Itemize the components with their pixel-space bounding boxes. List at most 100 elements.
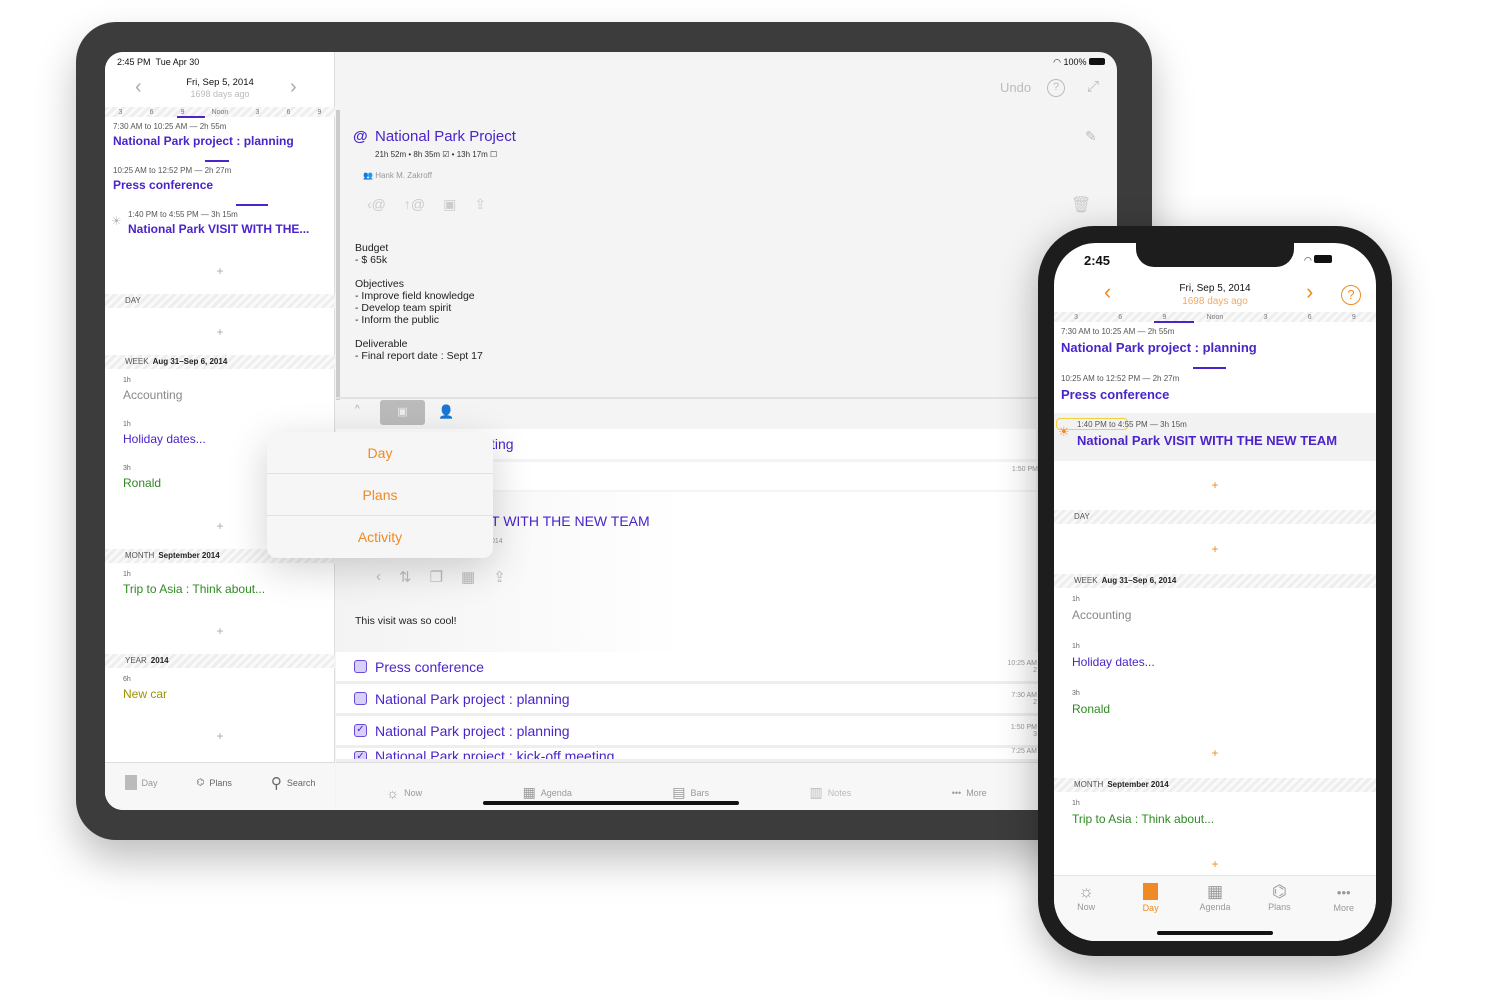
add-button[interactable]: + — [105, 729, 335, 743]
timeline-ruler[interactable]: 3 6 9 Noon 3 6 9 — [105, 107, 335, 117]
tick: Noon — [211, 108, 229, 116]
hierarchy-icon: ⌬ — [1271, 882, 1287, 901]
checkbox[interactable] — [354, 660, 367, 673]
wifi-icon: ◠ — [1304, 255, 1312, 265]
time-bar — [205, 160, 229, 162]
section-week[interactable]: WEEK Aug 31–Sep 6, 2014 — [1054, 574, 1376, 588]
back-icon[interactable]: ‹ — [376, 568, 381, 586]
add-button[interactable]: + — [1054, 478, 1376, 492]
ipad-screen: 2:45 PM Tue Apr 30 ‹ › Fri, Sep 5, 2014 … — [105, 52, 1117, 810]
event-item[interactable]: 7:30 AM to 10:25 AM — 2h 55m National Par… — [113, 122, 294, 148]
share-icon[interactable]: ⇪ — [493, 568, 506, 586]
list-item[interactable]: 1h Accounting — [123, 377, 182, 402]
bars-icon: ▤ — [672, 784, 686, 800]
day-icon — [1143, 883, 1159, 900]
section-day[interactable]: DAY — [105, 294, 335, 308]
event-item[interactable]: 7:30 AM to 10:25 AM — 2h 55m National Par… — [1061, 327, 1257, 355]
days-ago[interactable]: 1698 days ago — [105, 89, 335, 99]
left-pane: 2:45 PM Tue Apr 30 ‹ › Fri, Sep 5, 2014 … — [105, 52, 335, 810]
project-at-icon: @ — [353, 128, 368, 145]
timeline-ruler[interactable]: 3 6 9 Noon 3 6 9 — [1054, 312, 1376, 322]
sun-icon: ☀ — [111, 214, 122, 228]
event-item[interactable]: 10:25 AM to 12:52 PM — 2h 27m Press confe… — [113, 166, 231, 192]
event-item[interactable]: 10:25 AM to 12:52 PM — 2h 27m Press confe… — [1061, 374, 1179, 402]
task-row[interactable]: ✓ National Park project : planning 1:50 PM… — [336, 716, 1117, 748]
list-item[interactable]: 1h Holiday dates... — [123, 421, 206, 446]
section-week[interactable]: WEEK Aug 31–Sep 6, 2014 — [105, 355, 335, 369]
menu-item-plans[interactable]: Plans — [267, 474, 493, 516]
date-title[interactable]: Fri, Sep 5, 2014 — [1054, 283, 1376, 294]
sort-icon[interactable]: ⇅ — [399, 568, 412, 586]
tab-more[interactable]: ••• More — [1312, 882, 1376, 941]
undo-button[interactable]: Undo — [1000, 80, 1031, 95]
time-bar — [1154, 321, 1194, 323]
menu-item-day[interactable]: Day — [267, 432, 493, 474]
time-bar — [177, 116, 205, 118]
notch — [1136, 243, 1294, 267]
add-button[interactable]: + — [1054, 542, 1376, 556]
home-indicator — [1157, 931, 1273, 935]
list-item[interactable]: 1h Trip to Asia : Think about... — [123, 571, 265, 596]
tick: 6 — [1307, 313, 1312, 321]
expand-icon[interactable]: ⤢ — [1087, 78, 1099, 95]
event-tab-button[interactable]: ▣ — [380, 400, 425, 425]
checkbox-checked[interactable]: ✓ — [354, 724, 367, 737]
days-ago[interactable]: 1698 days ago — [1054, 296, 1376, 307]
status-time: 2:45 — [1084, 253, 1111, 268]
trash-icon[interactable]: 🗑 — [1071, 195, 1091, 215]
add-button[interactable]: + — [1054, 857, 1376, 871]
project-notes[interactable]: Budget - $ 65k Objectives - Improve field … — [355, 242, 483, 362]
calendar-icon: ▦ — [522, 784, 536, 800]
date-title[interactable]: Fri, Sep 5, 2014 — [105, 77, 335, 88]
add-button[interactable]: + — [105, 264, 335, 278]
list-item[interactable]: 1h Accounting — [1072, 596, 1131, 622]
project-title[interactable]: National Park Project — [375, 128, 516, 145]
battery-icon — [1089, 58, 1105, 65]
list-item[interactable]: 1h Holiday dates... — [1072, 643, 1155, 669]
list-item[interactable]: 3h Ronald — [123, 465, 161, 490]
list-item[interactable]: 1h Trip to Asia : Think about... — [1072, 800, 1214, 826]
section-year[interactable]: YEAR 2014 — [105, 654, 335, 668]
divider — [336, 110, 340, 400]
calendar-icon: ▦ — [1206, 882, 1223, 901]
checkbox[interactable] — [354, 692, 367, 705]
section-day[interactable]: DAY — [1054, 510, 1376, 524]
view-popup-menu: Day Plans Activity — [267, 432, 493, 558]
tab-plans[interactable]: ⌬ Plans — [197, 777, 232, 788]
collapse-chevron[interactable]: ^ — [355, 404, 360, 415]
section-month[interactable]: MONTH September 2014 — [1054, 778, 1376, 792]
more-icon: ••• — [951, 787, 962, 798]
add-button[interactable]: + — [1054, 746, 1376, 760]
battery-icon — [1314, 255, 1333, 263]
wifi-icon: ◠ — [1053, 57, 1061, 67]
project-person: 👥 Hank M. Zakroff — [363, 171, 432, 180]
tab-day[interactable]: Day — [124, 775, 158, 790]
help-icon[interactable]: ? — [1047, 79, 1065, 97]
tab-now[interactable]: ☼ Now — [1054, 882, 1118, 941]
duplicate-icon[interactable]: ❐ — [430, 568, 443, 586]
person-icon[interactable]: 👤 — [438, 404, 454, 420]
calendar-icon[interactable]: ▦ — [461, 568, 475, 586]
edit-pencil-icon[interactable]: ✎ — [1085, 128, 1097, 145]
checkbox-checked[interactable]: ✓ — [354, 751, 367, 759]
task-row[interactable]: Press conference 10:25 AM 2 — [336, 652, 1117, 684]
task-row[interactable]: ✓ National Park project : kick-off meetin… — [336, 748, 1117, 762]
color-icon[interactable]: ▣ — [443, 196, 456, 213]
menu-item-activity[interactable]: Activity — [267, 516, 493, 558]
list-item[interactable]: 6h New car — [123, 676, 167, 701]
time-bar — [1193, 367, 1226, 369]
event-comment[interactable]: This visit was so cool! — [355, 615, 457, 627]
parent-project-icon[interactable]: ‹@ — [367, 196, 386, 213]
event-item-selected[interactable]: ☀ 1:40 PM to 4:55 PM — 3h 15m National Pa… — [1054, 413, 1376, 461]
tab-now[interactable]: ☼ Now — [386, 775, 422, 810]
event-item[interactable]: 1:40 PM to 4:55 PM — 3h 15m National Park… — [128, 210, 309, 236]
tab-notes[interactable]: ▥ Notes — [810, 775, 852, 810]
tab-search[interactable]: ⚲ Search — [271, 774, 316, 792]
share-icon[interactable]: ⇪ — [474, 196, 486, 213]
add-button[interactable]: + — [105, 624, 335, 638]
task-row[interactable]: National Park project : planning 7:30 AM 2 — [336, 684, 1117, 716]
tab-more[interactable]: ••• More — [952, 775, 987, 810]
list-item[interactable]: 3h Ronald — [1072, 690, 1110, 716]
move-project-icon[interactable]: ↑@ — [404, 196, 425, 213]
add-button[interactable]: + — [105, 325, 335, 339]
